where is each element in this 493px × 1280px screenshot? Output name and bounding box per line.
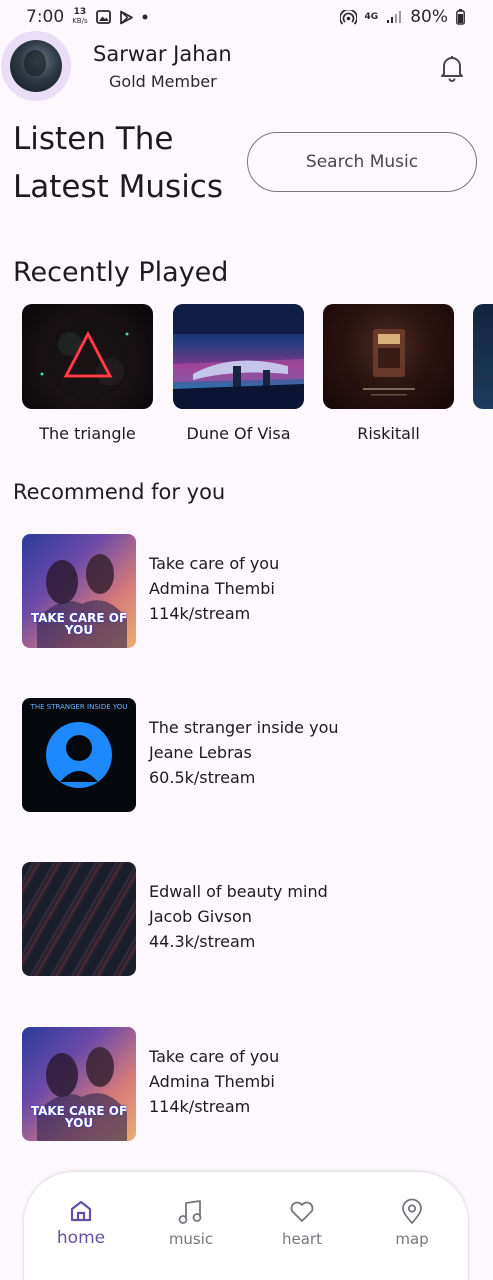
song-streams: 60.5k/stream xyxy=(149,768,256,787)
map-pin-icon xyxy=(402,1198,422,1224)
hero-title-line2: Latest Musics xyxy=(13,169,224,205)
recent-item-label: The triangle xyxy=(39,424,136,443)
signal-icon xyxy=(387,11,402,23)
network-type: 4G xyxy=(364,11,379,22)
home-icon xyxy=(70,1200,92,1222)
stranger-artwork xyxy=(46,722,112,788)
bell-icon[interactable] xyxy=(440,54,464,82)
avatar[interactable] xyxy=(10,40,62,92)
hero-title-line1: Listen The xyxy=(13,121,174,157)
song-title: The stranger inside you xyxy=(149,718,339,737)
play-store-icon xyxy=(119,10,133,24)
status-time: 7:00 xyxy=(26,7,65,27)
net-speed-unit: KB/s xyxy=(72,17,88,25)
album-cover xyxy=(473,304,493,409)
status-bar: 7:00 13 KB/s 4G 80% xyxy=(0,0,493,34)
gallery-icon xyxy=(95,10,111,24)
nav-label: home xyxy=(56,1228,106,1248)
music-note-icon xyxy=(178,1200,202,1224)
user-tier: Gold Member xyxy=(109,72,217,91)
hero-title: Listen The Latest Musics xyxy=(13,115,243,211)
song-streams: 44.3k/stream xyxy=(149,932,256,951)
search-music-input[interactable]: Search Music xyxy=(247,132,477,192)
song-artist: Admina Thembi xyxy=(149,1072,275,1091)
net-speed: 13 KB/s xyxy=(72,8,87,26)
avatar-ring[interactable] xyxy=(1,31,71,101)
nav-home[interactable]: home xyxy=(36,1198,126,1248)
search-placeholder: Search Music xyxy=(305,152,419,172)
recent-item-the-triangle[interactable]: The triangle xyxy=(22,304,153,443)
recent-item-peek[interactable] xyxy=(473,304,493,409)
cover-text: THE STRANGER INSIDE YOU xyxy=(30,703,128,711)
song-title: Take care of you xyxy=(149,554,280,573)
nav-label: map xyxy=(395,1230,429,1248)
song-artist: Jacob Givson xyxy=(149,907,252,926)
recently-played-list[interactable]: The triangle Dune Of Visa Riskitall xyxy=(22,304,493,449)
recommend-item[interactable]: TAKE CARE OF YOU Take care of you Admina… xyxy=(22,1027,482,1142)
cover-text: TAKE CARE OF YOU xyxy=(30,611,128,637)
album-cover: TAKE CARE OF YOU xyxy=(22,534,136,648)
song-streams: 114k/stream xyxy=(149,1097,251,1116)
album-cover: TAKE CARE OF YOU xyxy=(22,1027,136,1141)
recommend-item[interactable]: Edwall of beauty mind Jacob Givson 44.3k… xyxy=(22,862,482,977)
album-cover xyxy=(22,862,136,976)
song-artist: Jeane Lebras xyxy=(149,743,252,762)
song-streams: 114k/stream xyxy=(149,604,251,623)
nav-music[interactable]: music xyxy=(146,1198,236,1248)
recommend-item[interactable]: TAKE CARE OF YOU Take care of you Admina… xyxy=(22,534,482,649)
status-left: 7:00 13 KB/s xyxy=(26,7,148,27)
album-cover xyxy=(323,304,454,409)
nav-label: heart xyxy=(282,1230,322,1248)
battery-percent: 80% xyxy=(410,7,448,27)
song-title: Take care of you xyxy=(149,1047,280,1066)
battery-icon xyxy=(456,9,465,25)
recent-item-label: Dune Of Visa xyxy=(186,424,291,443)
triangle-artwork xyxy=(40,317,130,401)
recommend-title: Recommend for you xyxy=(13,480,226,504)
net-speed-value: 13 xyxy=(73,7,87,17)
nav-label: music xyxy=(168,1230,214,1248)
recent-item-label: Riskitall xyxy=(357,424,420,443)
recommend-item[interactable]: THE STRANGER INSIDE YOU The stranger ins… xyxy=(22,698,482,813)
nav-map[interactable]: map xyxy=(367,1198,457,1248)
hotspot-icon xyxy=(339,9,357,25)
nav-heart[interactable]: heart xyxy=(257,1198,347,1248)
recent-item-riskitall[interactable]: Riskitall xyxy=(323,304,454,443)
album-cover xyxy=(22,304,153,409)
song-artist: Admina Thembi xyxy=(149,579,275,598)
bottom-navigation: home music heart map xyxy=(24,1172,468,1280)
song-title: Edwall of beauty mind xyxy=(149,882,328,901)
riskitall-artwork xyxy=(363,329,415,396)
cover-text: TAKE CARE OF YOU xyxy=(30,1104,128,1130)
dune-artwork xyxy=(173,304,304,409)
recent-item-dune-of-visa[interactable]: Dune Of Visa xyxy=(173,304,304,443)
status-right: 4G 80% xyxy=(339,7,465,27)
recently-played-title: Recently Played xyxy=(13,257,229,288)
profile-header: Sarwar Jahan Gold Member xyxy=(0,30,493,105)
user-name: Sarwar Jahan xyxy=(93,42,232,66)
notification-dot-icon xyxy=(142,14,148,20)
album-cover: THE STRANGER INSIDE YOU xyxy=(22,698,136,812)
heart-icon xyxy=(290,1201,314,1222)
album-cover xyxy=(173,304,304,409)
